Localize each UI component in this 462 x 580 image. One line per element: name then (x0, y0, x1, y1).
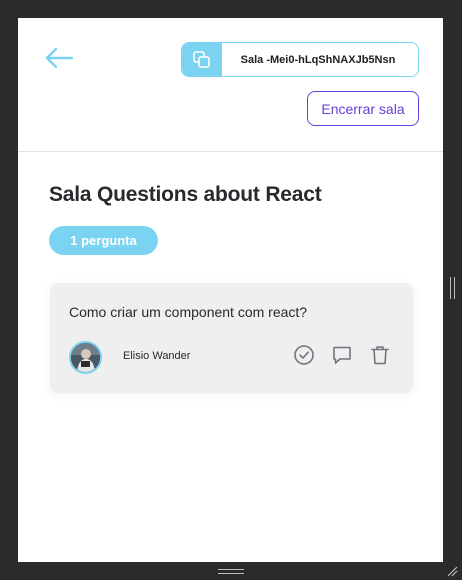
arrow-left-icon (45, 47, 74, 69)
room-code-button[interactable]: Sala -Mei0-hLqShNAXJb5Nsn (181, 42, 419, 77)
close-room-button[interactable]: Encerrar sala (307, 91, 419, 126)
check-circle-icon (294, 345, 314, 365)
copy-icon-box (182, 43, 222, 76)
question-card: Como criar um component com react? Elisi… (50, 283, 413, 393)
room-code-label: Sala -Mei0-hLqShNAXJb5Nsn (240, 53, 396, 66)
highlight-question-button[interactable] (330, 343, 354, 367)
horizontal-resize-handle[interactable] (218, 569, 244, 575)
corner-resize-icon[interactable] (446, 564, 458, 577)
question-content: Como criar um component com react? (69, 304, 308, 320)
mark-answered-button[interactable] (292, 343, 316, 367)
delete-question-button[interactable] (368, 343, 392, 367)
app-frame: Sala -Mei0-hLqShNAXJb5Nsn Encerrar sala … (0, 0, 462, 580)
page-header: Sala -Mei0-hLqShNAXJb5Nsn Encerrar sala (18, 18, 443, 152)
admin-room-page: Sala -Mei0-hLqShNAXJb5Nsn Encerrar sala … (18, 18, 443, 562)
author-name: Elisio Wander (123, 350, 191, 362)
trash-icon (371, 346, 389, 365)
avatar-image (71, 343, 100, 372)
vertical-resize-handle[interactable] (450, 277, 456, 299)
room-title: Sala Questions about React (49, 183, 322, 206)
question-count-badge: 1 pergunta (49, 226, 158, 255)
copy-icon (193, 50, 210, 68)
back-button[interactable] (42, 44, 76, 72)
avatar (69, 341, 102, 374)
message-icon (333, 346, 351, 364)
